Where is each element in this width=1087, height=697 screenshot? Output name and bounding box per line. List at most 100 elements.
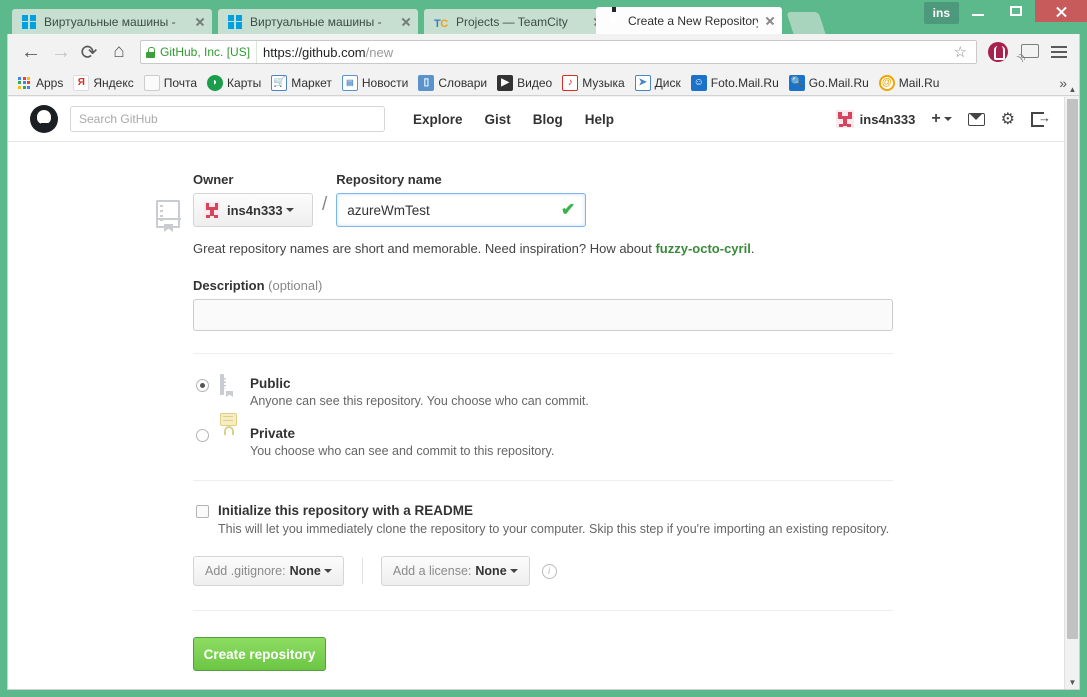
foto-icon: ☺ <box>690 74 707 91</box>
inbox-icon[interactable] <box>967 112 985 126</box>
ins-badge: ins <box>923 2 959 24</box>
github-mark-icon[interactable] <box>30 105 58 133</box>
nav-gist[interactable]: Gist <box>485 112 511 127</box>
page-scrollbar[interactable]: ▲ ▼ <box>1064 85 1079 689</box>
ssl-label: GitHub, Inc. [US] <box>160 45 251 59</box>
bookmark-label: Go.Mail.Ru <box>808 75 869 90</box>
bookmark-karty[interactable]: ◗ Карты <box>207 74 262 91</box>
bookmark-mail-ru[interactable]: @ Mail.Ru <box>878 74 939 91</box>
gitignore-select[interactable]: Add .gitignore: None <box>193 556 344 586</box>
scroll-up-icon[interactable]: ▲ <box>1065 82 1079 97</box>
avatar <box>204 202 220 218</box>
suggested-name-link[interactable]: fuzzy-octo-cyril <box>655 241 750 256</box>
browser-tab-2[interactable]: Виртуальные машины - <box>218 9 418 34</box>
scroll-down-icon[interactable]: ▼ <box>1065 675 1079 689</box>
visibility-private-text: Private You choose who can see and commi… <box>250 426 554 458</box>
nav-help[interactable]: Help <box>585 112 614 127</box>
tab-title: Виртуальные машины - <box>250 14 382 29</box>
bookmark-label: Диск <box>654 75 681 90</box>
bookmark-yandex[interactable]: Я Яндекс <box>73 74 134 91</box>
visibility-private-desc: You choose who can see and commit to thi… <box>250 444 555 458</box>
search-input[interactable]: Search GitHub <box>70 106 385 132</box>
radio-public[interactable] <box>196 379 209 392</box>
bookmark-go-mail-ru[interactable]: 🔍 Go.Mail.Ru <box>788 74 869 91</box>
address-bar[interactable]: GitHub, Inc. [US] https://github.com/new… <box>140 40 977 64</box>
readme-checkbox[interactable] <box>196 505 209 518</box>
search-placeholder: Search GitHub <box>79 112 158 126</box>
cart-icon: 🛒 <box>271 74 288 91</box>
bookmark-video[interactable]: ▶ Видео <box>497 74 552 91</box>
bookmark-apps[interactable]: Apps <box>16 75 63 91</box>
template-selects: Add .gitignore: None Add a license: None… <box>193 556 893 586</box>
close-window-button[interactable] <box>1035 0 1087 22</box>
ssl-badge[interactable]: GitHub, Inc. [US] <box>141 41 258 63</box>
readme-desc: This will let you immediately clone the … <box>218 522 890 536</box>
description-label: Description (optional) <box>193 278 893 293</box>
forward-button[interactable] <box>44 37 74 67</box>
windows-icon <box>228 14 244 30</box>
reload-icon[interactable] <box>74 37 104 67</box>
repo-name-input[interactable]: azureWmTest ✔ <box>336 193 587 227</box>
tab-title: Виртуальные машины - <box>44 14 176 29</box>
readme-option[interactable]: Initialize this repository with a README… <box>193 503 893 536</box>
browser-tab-3[interactable]: TC Projects — TeamCity <box>424 9 610 34</box>
close-icon[interactable] <box>192 14 208 30</box>
visibility-option-private[interactable]: Private You choose who can see and commi… <box>193 413 893 458</box>
tab-title: Create a New Repository <box>628 13 758 28</box>
browser-menu-icon[interactable] <box>1051 43 1067 61</box>
home-icon[interactable] <box>104 37 134 67</box>
radio-private[interactable] <box>196 429 209 442</box>
info-icon[interactable]: i <box>541 563 557 579</box>
yandex-icon: Я <box>73 74 90 91</box>
browser-tab-1[interactable]: Виртуальные машины - <box>12 9 212 34</box>
owner-select[interactable]: ins4n333 <box>193 193 313 227</box>
scrollbar-thumb[interactable] <box>1067 99 1078 639</box>
visibility-option-public[interactable]: Public Anyone can see this repository. Y… <box>193 374 893 408</box>
bookmark-slovari[interactable]: ▯ Словари <box>418 74 487 91</box>
apps-grid-icon <box>16 75 32 91</box>
cast-icon[interactable] <box>1019 44 1039 60</box>
bookmark-muzyka[interactable]: ♪ Музыка <box>562 74 625 91</box>
hint-prefix: Great repository names are short and mem… <box>193 241 656 256</box>
plus-icon: + <box>931 110 941 127</box>
close-icon[interactable] <box>398 14 414 30</box>
bookmark-label: Foto.Mail.Ru <box>710 75 779 90</box>
create-new-menu[interactable]: + <box>931 110 952 128</box>
bookmark-label: Карты <box>227 75 262 90</box>
license-select[interactable]: Add a license: None <box>380 556 530 586</box>
bookmark-pochta[interactable]: Почта <box>143 74 197 91</box>
bookmark-label: Маркет <box>291 75 332 90</box>
description-input[interactable] <box>193 299 893 331</box>
music-icon: ♪ <box>562 74 579 91</box>
maps-icon: ◗ <box>207 74 224 91</box>
dictionary-icon: ▯ <box>418 74 435 91</box>
bookmark-star-icon[interactable]: ☆ <box>949 43 972 61</box>
maximize-button[interactable] <box>997 0 1035 22</box>
nav-explore[interactable]: Explore <box>413 112 463 127</box>
bookmark-market[interactable]: 🛒 Маркет <box>271 74 332 91</box>
valid-check-icon: ✔ <box>561 200 576 219</box>
minimize-button[interactable] <box>959 0 997 22</box>
sign-out-icon[interactable] <box>1031 110 1051 127</box>
bookmark-disk[interactable]: ➤ Диск <box>634 74 681 91</box>
visibility-private-title: Private <box>250 426 296 441</box>
browser-tab-4[interactable]: Create a New Repository <box>596 7 782 34</box>
bookmark-foto-mail-ru[interactable]: ☺ Foto.Mail.Ru <box>690 74 779 91</box>
user-menu[interactable]: ins4n333 <box>835 110 916 128</box>
create-repository-button[interactable]: Create repository <box>193 637 326 671</box>
username-label: ins4n333 <box>859 111 916 127</box>
owner-repo-separator: / <box>322 194 328 215</box>
bookmark-label: Яндекс <box>93 75 134 90</box>
nav-blog[interactable]: Blog <box>533 112 563 127</box>
new-tab-button[interactable] <box>786 12 826 34</box>
repo-name-value: azureWmTest <box>347 202 430 218</box>
chevron-down-icon <box>323 569 332 573</box>
repo-name-hint: Great repository names are short and mem… <box>193 241 893 256</box>
divider <box>193 610 893 611</box>
extension-icon[interactable] <box>988 42 1008 62</box>
gear-icon[interactable]: ⚙ <box>1001 109 1015 129</box>
description-optional: (optional) <box>268 278 323 293</box>
back-button[interactable] <box>14 37 44 67</box>
close-icon[interactable] <box>762 13 778 29</box>
bookmark-novosti[interactable]: ▤ Новости <box>341 74 408 91</box>
